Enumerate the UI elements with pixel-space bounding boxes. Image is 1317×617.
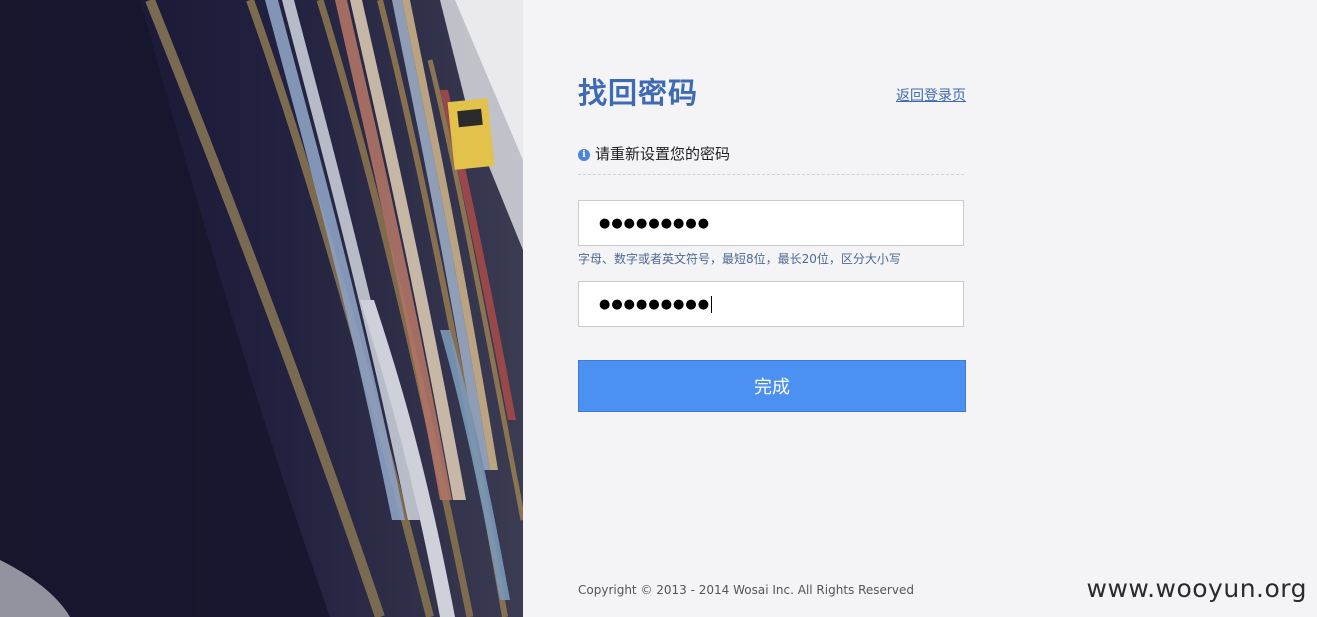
password-rule-note: 字母、数字或者英文符号，最短8位，最长20位，区分大小写 [578, 252, 901, 266]
info-icon: i [578, 149, 590, 161]
new-password-input[interactable]: ●●●●●●●●● [578, 200, 964, 246]
bookshelf-illustration [0, 0, 523, 617]
copyright-text: Copyright © 2013 - 2014 Wosai Inc. All R… [578, 583, 914, 597]
bookshelf-photo [0, 0, 523, 617]
confirm-password-input[interactable]: ●●●●●●●●● [578, 281, 964, 327]
new-password-value: ●●●●●●●●● [599, 215, 711, 231]
back-to-login-link[interactable]: 返回登录页 [896, 85, 966, 105]
confirm-password-value: ●●●●●●●●● [599, 296, 711, 312]
text-caret [711, 295, 713, 313]
watermark-text: www.wooyun.org [1086, 574, 1307, 603]
instruction-text: 请重新设置您的密码 [595, 145, 731, 163]
submit-button[interactable]: 完成 [578, 360, 966, 412]
page-title: 找回密码 [578, 76, 699, 110]
instruction-row: i 请重新设置您的密码 [578, 144, 964, 175]
